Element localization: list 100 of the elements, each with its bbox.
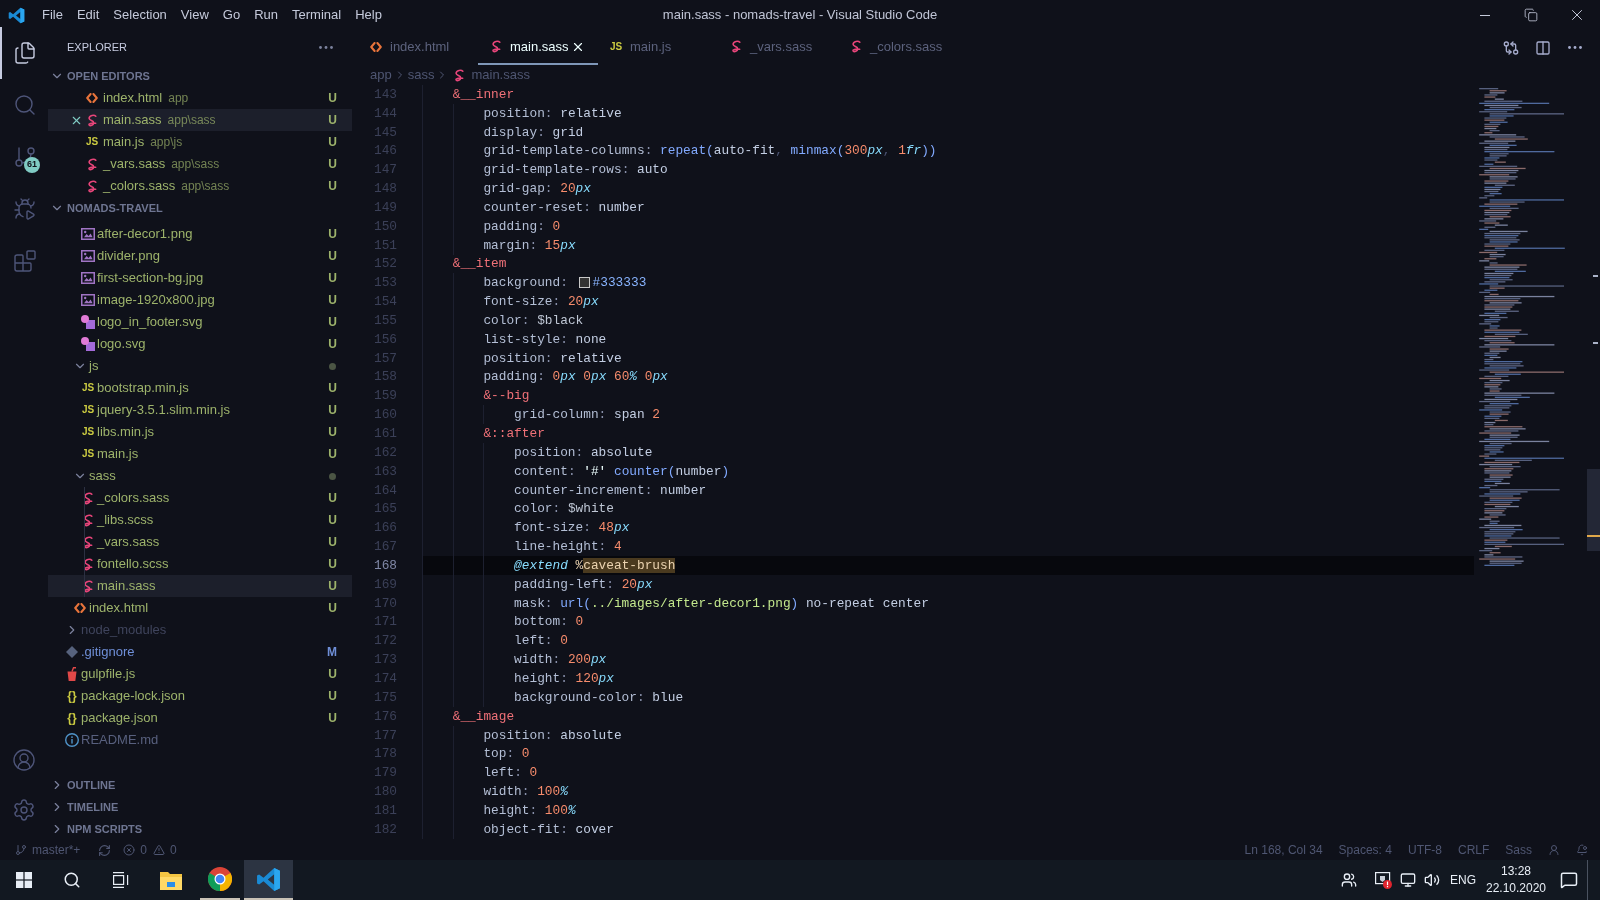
- code-line: position: relative: [483, 104, 622, 123]
- tree-item[interactable]: _colors.sass U: [48, 487, 352, 509]
- git-status: U: [328, 402, 337, 419]
- git-status: U: [328, 666, 337, 683]
- code-line: grid-gap: 20px: [483, 180, 591, 199]
- swirl-icon: [86, 113, 98, 127]
- window-title: main.sass - nomads-travel - Visual Studio Code: [662, 7, 938, 23]
- swirl-icon: [82, 557, 94, 571]
- swirl-icon: [82, 513, 94, 527]
- tree-item[interactable]: logo.svg U: [48, 333, 352, 355]
- menu-item[interactable]: Go: [215, 0, 248, 30]
- tree-item[interactable]: sass: [48, 465, 352, 487]
- blocks-icon: [13, 249, 37, 273]
- code-line: left: 0: [483, 764, 538, 783]
- line-number: 171: [372, 613, 397, 632]
- sync-icon: [98, 843, 112, 857]
- person-icon: [1548, 844, 1560, 856]
- git-status: U: [328, 710, 337, 727]
- notification-count: 61: [24, 157, 40, 173]
- tree-item[interactable]: JS libs.min.js U: [48, 421, 352, 443]
- code-line: #333333: [592, 274, 647, 293]
- tree-item[interactable]: _libs.scss U: [48, 509, 352, 531]
- git-status: M: [327, 644, 337, 661]
- git-status: U: [328, 270, 337, 287]
- tree-item[interactable]: {} package-lock.json U: [48, 685, 352, 707]
- activity-bar-item[interactable]: 61: [0, 131, 48, 183]
- git-status: U: [328, 112, 337, 129]
- line-number: 155: [372, 311, 397, 330]
- more-icon[interactable]: [319, 46, 333, 49]
- swirl-icon: [82, 535, 94, 549]
- branch-icon: [13, 145, 37, 169]
- cup-icon: [67, 667, 77, 681]
- tree-item[interactable]: .gitignore M: [48, 641, 352, 663]
- menu-item[interactable]: Help: [348, 0, 389, 30]
- file-type-label: {}: [67, 712, 77, 724]
- open-editor-item[interactable]: _vars.sass app\sass U: [48, 153, 352, 175]
- line-number: 180: [372, 783, 397, 802]
- tree-item[interactable]: _vars.sass U: [48, 531, 352, 553]
- start-logo-icon: [16, 872, 32, 888]
- section-header[interactable]: NPM SCRIPTS: [48, 818, 358, 840]
- open-editor-item[interactable]: main.sass app\sass U: [48, 109, 352, 131]
- code-line: color: $black: [483, 311, 584, 330]
- line-number: 148: [372, 180, 397, 199]
- menu-item[interactable]: View: [173, 0, 216, 30]
- section-header[interactable]: OPEN EDITORS: [48, 65, 358, 87]
- menu-item[interactable]: File: [35, 0, 70, 30]
- git-status: U: [328, 336, 337, 353]
- compare-icon: [1503, 39, 1519, 56]
- swirl-icon: [850, 40, 862, 53]
- open-editor-item[interactable]: JS main.js app\js U: [48, 131, 352, 153]
- settings-icon: [12, 798, 36, 822]
- overview-mark: [1593, 275, 1598, 277]
- tree-item[interactable]: divider.png U: [48, 245, 352, 267]
- line-number: 159: [372, 387, 397, 406]
- line-number: 178: [372, 745, 397, 764]
- tree-item[interactable]: JS jquery-3.5.1.slim.min.js U: [48, 399, 352, 421]
- tree-item[interactable]: image-1920x800.jpg U: [48, 289, 352, 311]
- info-icon: [65, 733, 79, 747]
- tree-item[interactable]: gulpfile.js U: [48, 663, 352, 685]
- editor-tab[interactable]: JS main.js: [598, 30, 718, 65]
- code-line: padding: 0px 0px 60% 0px: [483, 368, 668, 387]
- tree-item[interactable]: fontello.scss U: [48, 553, 352, 575]
- file-type-label: JS: [81, 383, 95, 393]
- menu-item[interactable]: Run: [247, 0, 285, 30]
- line-number: 172: [372, 632, 397, 651]
- section-header[interactable]: NOMADS-TRAVEL: [48, 197, 358, 219]
- tree-item[interactable]: main.sass U: [48, 575, 352, 597]
- tree-item[interactable]: after-decor1.png U: [48, 223, 352, 245]
- tree-item[interactable]: {} package.json U: [48, 707, 352, 729]
- image-icon: [81, 250, 95, 262]
- menu-item[interactable]: Terminal: [285, 0, 349, 30]
- file-type-label: JS: [81, 449, 95, 459]
- error-icon: [123, 844, 136, 856]
- menu-item[interactable]: Selection: [106, 0, 174, 30]
- clock-button[interactable]: 13:28 22.10.2020: [1482, 860, 1550, 900]
- tree-item[interactable]: JS main.js U: [48, 443, 352, 465]
- color-swatch-icon[interactable]: [578, 277, 590, 289]
- language-button[interactable]: ENG: [1444, 860, 1482, 900]
- tree-item[interactable]: JS bootstrap.min.js U: [48, 377, 352, 399]
- tree-item[interactable]: logo_in_footer.svg U: [48, 311, 352, 333]
- tree-item[interactable]: first-section-bg.jpg U: [48, 267, 352, 289]
- tree-item[interactable]: js: [48, 355, 352, 377]
- taskbar-app-button[interactable]: [244, 860, 293, 900]
- menu-item[interactable]: Edit: [69, 0, 107, 30]
- shapes-icon: [81, 315, 95, 329]
- open-editor-item[interactable]: index.html app U: [48, 87, 352, 109]
- code-line: counter-increment: number: [514, 481, 707, 500]
- tree-item[interactable]: index.html U: [48, 597, 352, 619]
- git-status: U: [328, 134, 337, 151]
- line-number: 143: [372, 85, 397, 104]
- open-editor-item[interactable]: _colors.sass app\sass U: [48, 175, 352, 197]
- editor-tab[interactable]: main.sass: [478, 30, 598, 65]
- line-number: 182: [372, 820, 397, 839]
- search-icon: [13, 93, 37, 117]
- git-status: U: [328, 226, 337, 243]
- section-header[interactable]: TIMELINE: [48, 796, 358, 818]
- file-path: app\sass: [181, 178, 230, 195]
- files-icon: [13, 41, 37, 65]
- scrollbar-thumb[interactable]: [1587, 469, 1600, 551]
- section-header[interactable]: OUTLINE: [48, 774, 358, 796]
